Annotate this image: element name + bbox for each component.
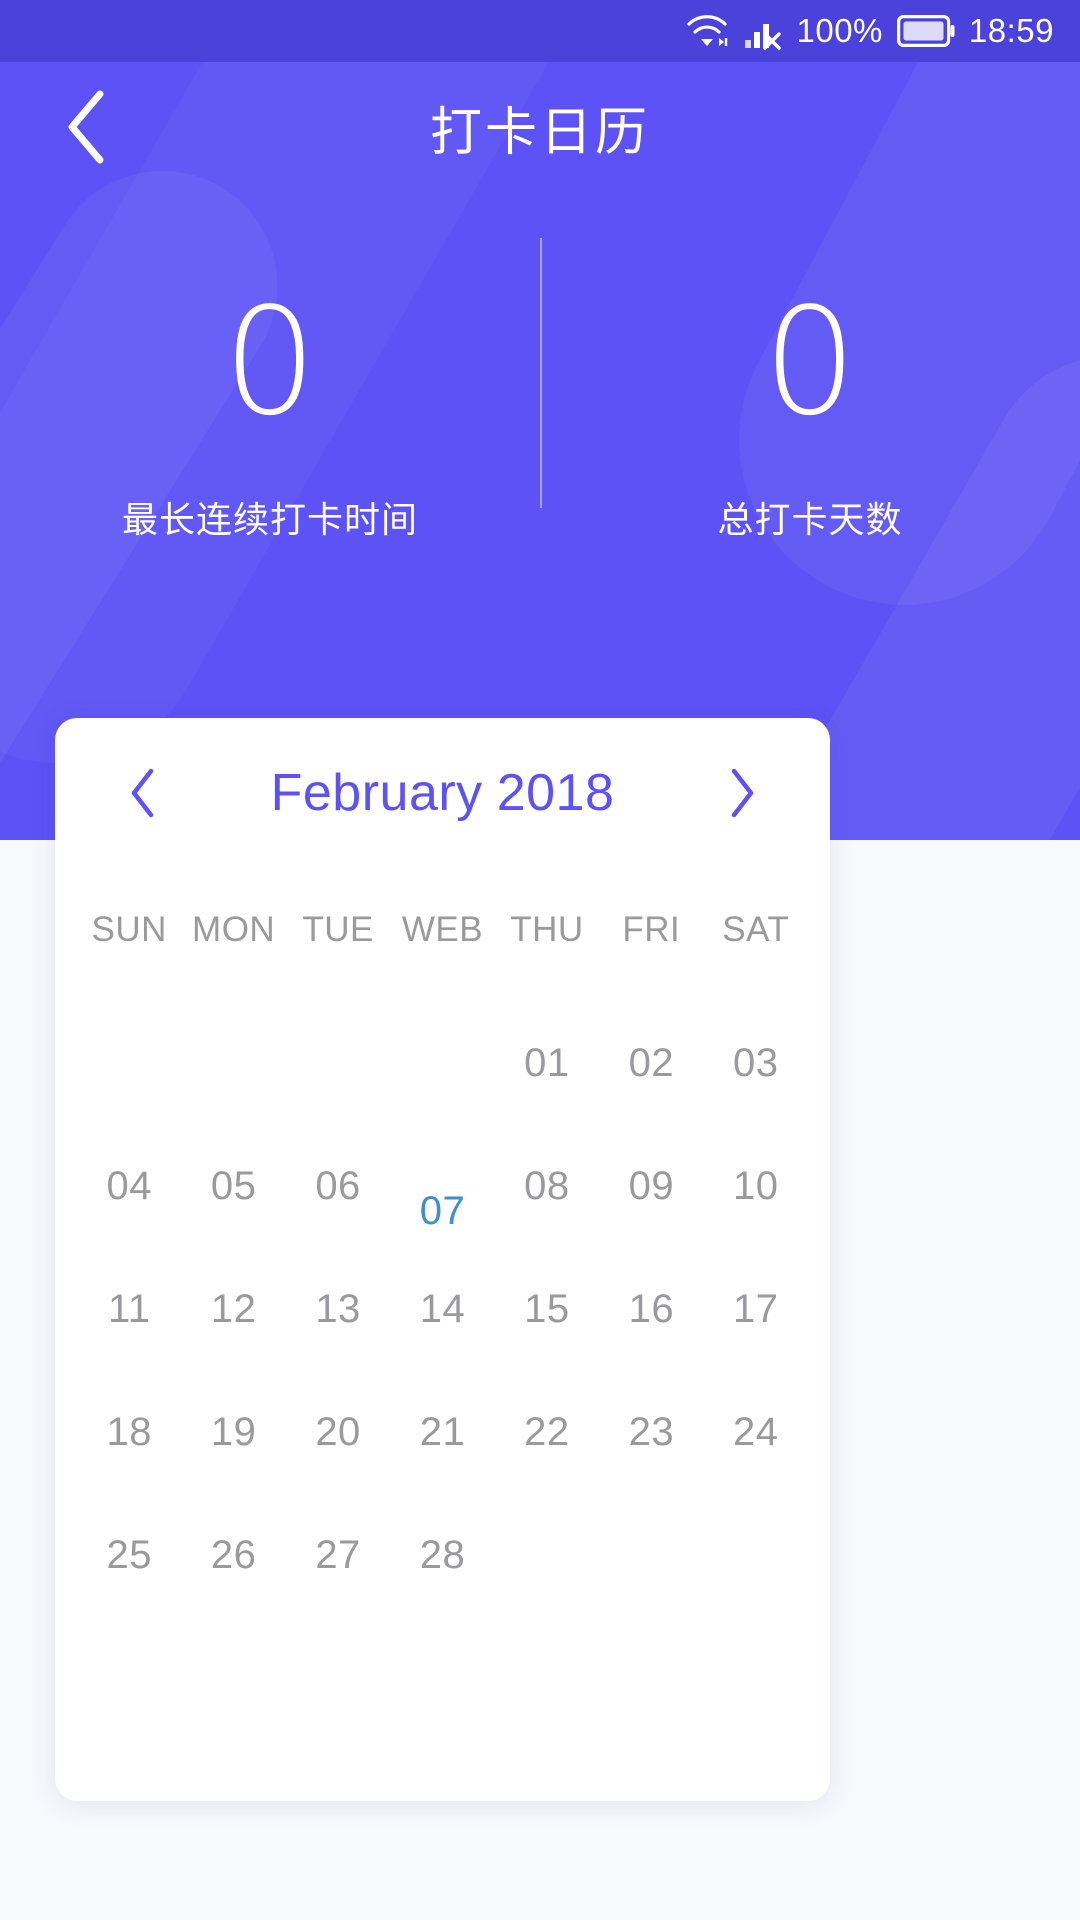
calendar-month-label: February 2018 [179,763,706,823]
stat-value: 0 [762,276,858,448]
weekday-label-mon: MON [192,910,276,949]
calendar-day-cell[interactable]: 24 [704,1371,808,1494]
chevron-left-icon [131,768,154,818]
calendar-day-cell[interactable]: 08 [495,1125,599,1248]
page-title: 打卡日历 [429,103,650,162]
calendar-day-cell[interactable]: 13 [286,1248,390,1371]
calendar-day-cell[interactable]: 02 [599,1002,703,1125]
stat-label: 总打卡天数 [717,499,903,540]
clock-label: 18:59 [968,12,1054,49]
stat-value: 0 [222,276,318,448]
stat-longest-streak: 0 最长连续打卡时间 [0,280,540,650]
calendar-day-cell[interactable]: 26 [181,1494,285,1617]
calendar-day-cell[interactable]: 16 [599,1248,703,1371]
calendar-day-cell[interactable]: 12 [181,1248,285,1371]
calendar-day-cell[interactable]: 15 [495,1248,599,1371]
back-button[interactable] [46,84,132,170]
weekday-label-fri: FRI [622,910,681,949]
calendar-day-cell[interactable]: 28 [390,1494,494,1617]
calendar-header: February 2018 [55,718,830,868]
calendar-day-empty [286,1002,390,1125]
calendar-day-cell[interactable]: 03 [704,1002,808,1125]
calendar-day-today[interactable]: 07 [390,1125,494,1248]
app-screen: 100% 18:59 打卡日历 0 最长连续打卡时间 0 总打卡天数 Febru… [0,0,1080,1920]
battery-icon [896,15,955,47]
calendar-day-cell[interactable]: 22 [495,1371,599,1494]
prev-month-button[interactable] [109,758,179,828]
calendar-day-cell[interactable]: 01 [495,1002,599,1125]
calendar-day-cell[interactable]: 04 [77,1125,181,1248]
calendar-day-empty [390,1002,494,1125]
calendar-day-cell[interactable]: 09 [599,1125,703,1248]
chevron-left-icon [68,90,104,164]
weekday-header-row: SUN MON TUE WEB THU FRI SAT [55,888,830,972]
calendar-card: February 2018 SUN MON TUE WEB THU FRI SAT 01 02 0… [55,718,830,1801]
signal-no-sim-icon [743,12,783,50]
next-month-button[interactable] [706,758,776,828]
calendar-day-cell[interactable]: 18 [77,1371,181,1494]
year-number: 2018 [496,764,615,822]
stats-divider [540,238,542,508]
calendar-day-cell[interactable]: 17 [704,1248,808,1371]
calendar-day-cell[interactable]: 11 [77,1248,181,1371]
calendar-day-cell[interactable]: 25 [77,1494,181,1617]
weekday-label-tue: TUE [302,910,374,949]
calendar-day-empty [77,1002,181,1125]
calendar-day-grid: 01 02 03 04 05 06 07 08 09 10 11 12 13 14 15 16 17 18 19 20… [55,1002,830,1617]
calendar-day-cell[interactable]: 19 [181,1371,285,1494]
stats-section: 0 最长连续打卡时间 0 总打卡天数 [0,238,1080,650]
stat-total-days: 0 总打卡天数 [540,280,1080,650]
calendar-day-cell[interactable]: 23 [599,1371,703,1494]
calendar-day-empty [181,1002,285,1125]
weekday-label-web: WEB [401,910,484,949]
month-name: February [270,764,483,822]
battery-percent-label: 100% [796,12,883,49]
weekday-label-sat: SAT [722,910,790,949]
app-header: 打卡日历 [0,62,1080,192]
weekday-label-thu: THU [510,910,584,949]
calendar-day-cell[interactable]: 14 [390,1248,494,1371]
stat-label: 最长连续打卡时间 [121,499,418,540]
wifi-icon [685,12,729,50]
calendar-day-cell[interactable]: 21 [390,1371,494,1494]
calendar-day-cell[interactable]: 06 [286,1125,390,1248]
calendar-day-cell[interactable]: 05 [181,1125,285,1248]
calendar-day-cell[interactable]: 27 [286,1494,390,1617]
calendar-day-cell[interactable]: 10 [704,1125,808,1248]
calendar-day-cell[interactable]: 20 [286,1371,390,1494]
weekday-label-sun: SUN [91,910,167,949]
chevron-right-icon [731,768,754,818]
status-bar: 100% 18:59 [0,0,1080,62]
